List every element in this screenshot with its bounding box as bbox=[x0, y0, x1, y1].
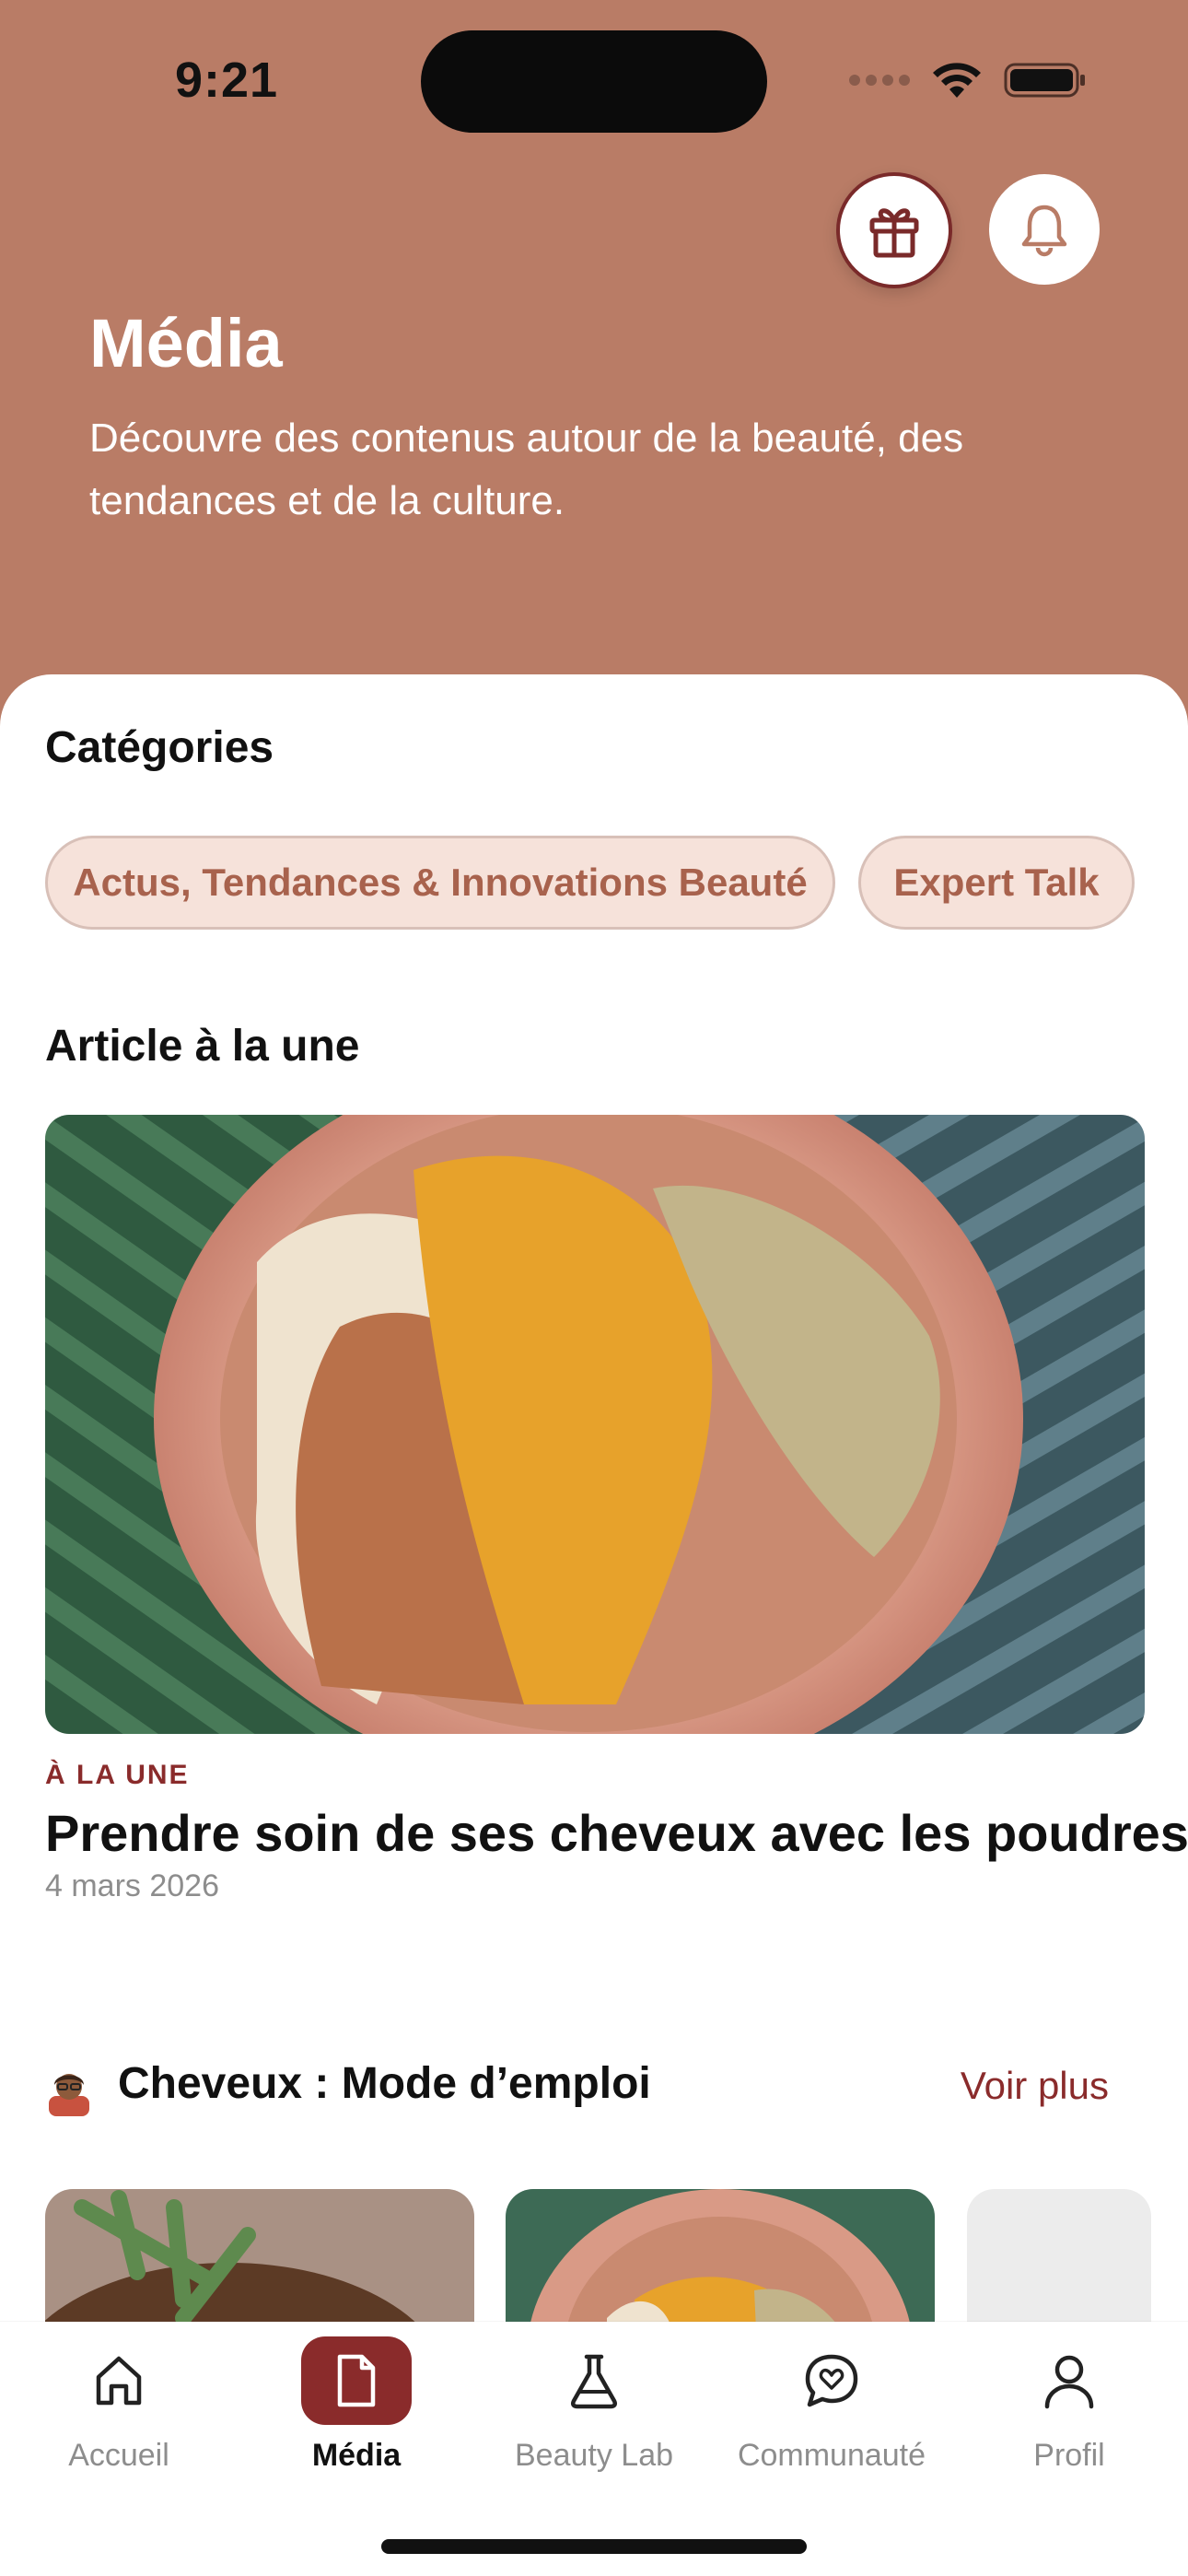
tab-accueil[interactable]: Accueil bbox=[8, 2336, 229, 2474]
bell-icon bbox=[1021, 205, 1067, 257]
home-icon bbox=[64, 2336, 174, 2425]
hair-section-title: Cheveux : Mode d’emploi bbox=[118, 2059, 651, 2108]
flask-icon bbox=[539, 2336, 649, 2425]
status-icons bbox=[849, 61, 1087, 100]
tab-beauty-lab[interactable]: Beauty Lab bbox=[483, 2336, 705, 2474]
person-emoji-icon bbox=[45, 2068, 93, 2116]
gift-button[interactable] bbox=[836, 172, 952, 288]
notifications-button[interactable] bbox=[989, 174, 1100, 285]
featured-article-image[interactable] bbox=[45, 1115, 1145, 1734]
see-more-link[interactable]: Voir plus bbox=[961, 2064, 1109, 2108]
featured-date: 4 mars 2026 bbox=[45, 1868, 219, 1903]
tab-label: Profil bbox=[1033, 2438, 1105, 2473]
battery-icon bbox=[1004, 61, 1087, 100]
page-title: Média bbox=[89, 305, 283, 381]
status-time: 9:21 bbox=[175, 53, 279, 108]
tab-label: Beauty Lab bbox=[514, 2438, 674, 2473]
tab-communaute[interactable]: Communauté bbox=[721, 2336, 942, 2474]
tab-media[interactable]: Média bbox=[246, 2336, 467, 2474]
header: 9:21 Média Découvre des contenus autour … bbox=[0, 0, 1188, 700]
document-icon bbox=[301, 2336, 412, 2425]
person-icon bbox=[1014, 2336, 1124, 2425]
featured-section-title: Article à la une bbox=[45, 1022, 360, 1071]
tab-profil[interactable]: Profil bbox=[959, 2336, 1180, 2474]
tab-label: Média bbox=[311, 2438, 402, 2473]
category-chip-expert-talk[interactable]: Expert Talk bbox=[858, 836, 1135, 930]
wifi-icon bbox=[930, 61, 984, 100]
content-sheet: Catégories Actus, Tendances & Innovation… bbox=[0, 674, 1188, 2576]
page-subtitle: Découvre des contenus autour de la beaut… bbox=[89, 416, 964, 523]
categories-title: Catégories bbox=[45, 723, 274, 772]
media-screen: 9:21 Média Découvre des contenus autour … bbox=[0, 0, 1188, 2576]
featured-label: À LA UNE bbox=[45, 1760, 190, 1790]
home-indicator[interactable] bbox=[381, 2539, 807, 2554]
gift-icon bbox=[869, 208, 919, 258]
dynamic-island bbox=[421, 30, 767, 133]
featured-headline[interactable]: Prendre soin de ses cheveux avec les pou… bbox=[45, 1803, 1188, 1863]
category-chip-actus[interactable]: Actus, Tendances & Innovations Beauté bbox=[45, 836, 835, 930]
tab-label: Communauté bbox=[737, 2438, 926, 2473]
tab-label: Accueil bbox=[68, 2438, 169, 2473]
signal-icon bbox=[849, 75, 910, 86]
chat-heart-icon bbox=[776, 2336, 887, 2425]
